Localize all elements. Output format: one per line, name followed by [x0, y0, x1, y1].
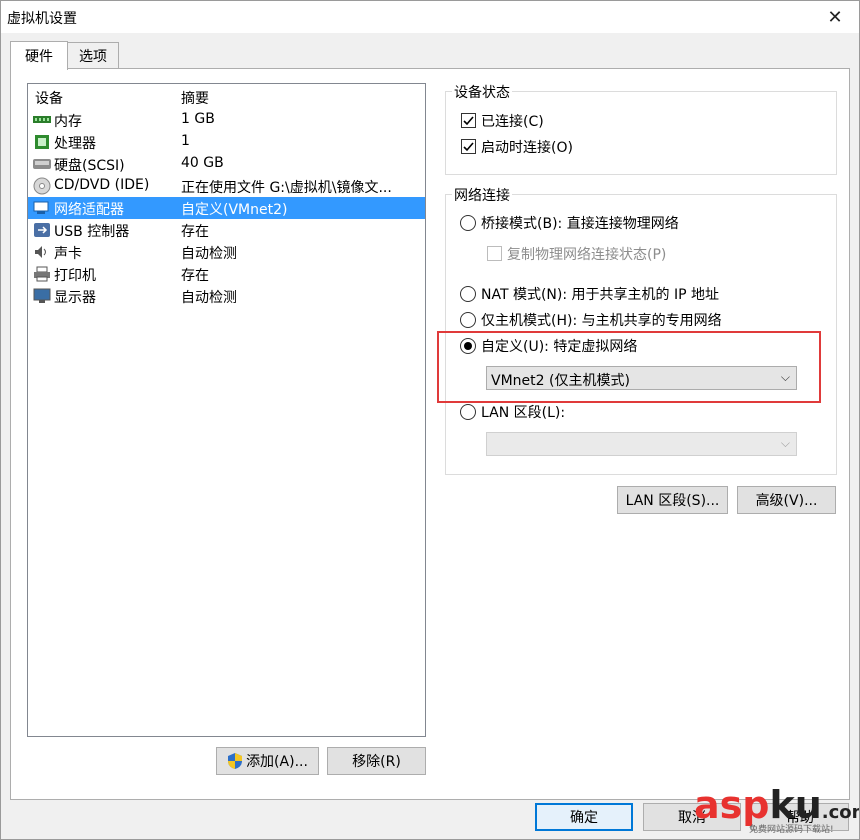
connect-on-start-label: 启动时连接(O): [481, 140, 573, 156]
replicate-state-label: 复制物理网络连接状态(P): [507, 247, 667, 263]
display-icon: [32, 287, 52, 305]
device-name: 显示器: [54, 290, 96, 306]
column-header-summary: 摘要: [181, 91, 209, 107]
device-summary: 1: [181, 133, 190, 149]
replicate-state-checkbox[interactable]: [487, 246, 502, 261]
chevron-down-icon: ⌵: [780, 436, 790, 450]
nat-label: NAT 模式(N): 用于共享主机的 IP 地址: [481, 287, 719, 303]
device-status-group: [445, 91, 837, 175]
custom-radio[interactable]: [460, 338, 476, 354]
lan-segment-select[interactable]: ⌵: [486, 432, 797, 456]
custom-label: 自定义(U): 特定虚拟网络: [481, 339, 638, 355]
hardware-panel: 设备 摘要 内存 1 GB 处理器 1 硬盘(SCSI) 40 GB CD/DV…: [10, 68, 850, 800]
watermark-subtitle: 免费网站源码下载站!: [749, 825, 834, 835]
device-row-usb[interactable]: USB 控制器 存在: [28, 219, 425, 241]
device-summary: 自动检测: [181, 290, 237, 306]
tab-options[interactable]: 选项: [67, 42, 119, 69]
cdrom-icon: [32, 177, 52, 195]
tab-hardware[interactable]: 硬件: [10, 41, 68, 70]
device-row-printer[interactable]: 打印机 存在: [28, 263, 425, 285]
lan-segment-label: LAN 区段(L):: [481, 405, 566, 421]
advanced-button[interactable]: 高级(V)...: [737, 486, 836, 514]
shield-icon: [228, 753, 243, 769]
network-connection-title: 网络连接: [452, 185, 512, 205]
lan-segment-radio[interactable]: [460, 404, 476, 420]
remove-device-button[interactable]: 移除(R): [327, 747, 426, 775]
device-name: 内存: [54, 114, 82, 130]
device-name: 处理器: [54, 136, 96, 152]
device-row-sound[interactable]: 声卡 自动检测: [28, 241, 425, 263]
connected-checkbox[interactable]: [461, 113, 476, 128]
window-title: 虚拟机设置: [7, 11, 77, 27]
network-adapter-icon: [32, 199, 52, 217]
bridged-radio[interactable]: [460, 215, 476, 231]
device-summary: 40 GB: [181, 155, 224, 171]
device-summary: 存在: [181, 268, 209, 284]
device-name: 打印机: [54, 268, 96, 284]
device-row-processor[interactable]: 处理器 1: [28, 131, 425, 153]
device-name: 硬盘(SCSI): [54, 158, 125, 174]
device-row-memory[interactable]: 内存 1 GB: [28, 109, 425, 131]
device-name: CD/DVD (IDE): [54, 177, 150, 193]
device-name: USB 控制器: [54, 224, 130, 240]
add-device-button[interactable]: 添加(A)...: [216, 747, 319, 775]
device-status-title: 设备状态: [452, 82, 512, 102]
device-row-display[interactable]: 显示器 自动检测: [28, 285, 425, 307]
hostonly-label: 仅主机模式(H): 与主机共享的专用网络: [481, 313, 722, 329]
device-summary: 1 GB: [181, 111, 215, 127]
device-summary: 自定义(VMnet2): [181, 202, 288, 218]
memory-icon: [32, 111, 52, 129]
usb-icon: [32, 221, 52, 239]
watermark-brand-b: ku: [769, 783, 822, 827]
device-list[interactable]: 设备 摘要 内存 1 GB 处理器 1 硬盘(SCSI) 40 GB CD/DV…: [27, 83, 426, 737]
add-device-label: 添加(A)...: [246, 754, 308, 770]
bridged-label: 桥接模式(B): 直接连接物理网络: [481, 216, 679, 232]
device-summary: 自动检测: [181, 246, 237, 262]
close-button[interactable]: ✕: [817, 3, 853, 31]
ok-button[interactable]: 确定: [535, 803, 633, 831]
device-row-harddisk[interactable]: 硬盘(SCSI) 40 GB: [28, 153, 425, 175]
device-row-network-adapter[interactable]: 网络适配器 自定义(VMnet2): [28, 197, 425, 219]
device-row-cdrom[interactable]: CD/DVD (IDE) 正在使用文件 G:\虚拟机\镜像文...: [28, 175, 425, 197]
chevron-down-icon: ⌵: [780, 370, 790, 384]
column-header-device: 设备: [35, 91, 63, 107]
lan-segments-button[interactable]: LAN 区段(S)...: [617, 486, 728, 514]
printer-icon: [32, 265, 52, 283]
watermark-tld: .com: [821, 802, 859, 823]
connected-label: 已连接(C): [481, 114, 544, 130]
device-summary: 正在使用文件 G:\虚拟机\镜像文...: [181, 180, 392, 196]
connect-on-start-checkbox[interactable]: [461, 139, 476, 154]
title-bar: 虚拟机设置 ✕: [1, 1, 859, 33]
close-icon: ✕: [827, 6, 843, 28]
device-name: 网络适配器: [54, 202, 124, 218]
hostonly-radio[interactable]: [460, 312, 476, 328]
sound-icon: [32, 243, 52, 261]
custom-network-value: VMnet2 (仅主机模式): [491, 373, 630, 389]
custom-network-select[interactable]: VMnet2 (仅主机模式) ⌵: [486, 366, 797, 390]
device-name: 声卡: [54, 246, 82, 262]
harddisk-icon: [32, 155, 52, 173]
watermark-brand-a: asp: [694, 783, 770, 827]
nat-radio[interactable]: [460, 286, 476, 302]
device-summary: 存在: [181, 224, 209, 240]
processor-icon: [32, 133, 52, 151]
vm-settings-window: 虚拟机设置 ✕ 硬件 选项 设备 摘要 内存 1 GB 处理器 1 硬盘(SCS…: [0, 0, 860, 840]
